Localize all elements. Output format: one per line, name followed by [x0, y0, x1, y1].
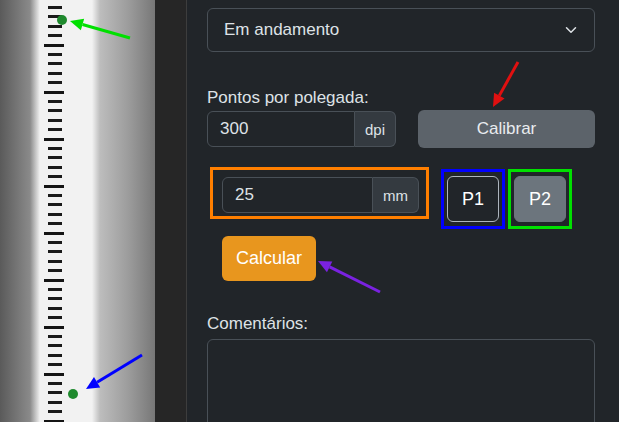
annotation-overlay — [0, 0, 619, 422]
point-arrow-icon — [86, 355, 142, 389]
comments-textarea[interactable] — [207, 339, 595, 422]
dpi-label: Pontos por polegada: — [207, 86, 595, 110]
dpi-input[interactable] — [207, 111, 355, 147]
distance-unit: mm — [373, 177, 419, 213]
dpi-unit: dpi — [355, 111, 396, 147]
point-highlight: P2 — [508, 169, 572, 229]
point-button[interactable]: P2 — [514, 176, 566, 222]
distance-input-group: mm — [222, 177, 419, 213]
calculate-arrow-icon — [318, 261, 380, 292]
app: Em andamento Pontos por polegada:dpi Calib… — [0, 0, 619, 422]
point-marker — [57, 15, 130, 38]
calculate-button[interactable]: Calcular — [222, 236, 316, 281]
measure-row: mm P1 P2 — [207, 167, 595, 229]
distance-input[interactable] — [222, 177, 373, 213]
point-highlight: P1 — [441, 169, 505, 229]
dpi-row: dpi Calibrar — [207, 110, 595, 148]
dpi-input-group: dpi — [207, 111, 396, 147]
point-marker — [68, 355, 142, 399]
divider — [155, 0, 187, 422]
point-button[interactable]: P1 — [447, 176, 499, 222]
chevron-down-icon — [562, 21, 580, 39]
distance-highlight: mm — [210, 167, 429, 219]
side-panel: Em andamento Pontos por polegada:dpi Calib… — [187, 0, 619, 422]
status-select[interactable]: Em andamento — [207, 8, 595, 52]
point-arrow-icon — [70, 19, 130, 38]
calibrate-arrow-icon — [493, 62, 518, 107]
ruler-image[interactable] — [0, 0, 155, 422]
comments-label: Comentários: — [207, 312, 595, 336]
point-dot-icon[interactable] — [57, 15, 67, 25]
status-value: Em andamento — [224, 20, 339, 40]
calibrate-button[interactable]: Calibrar — [418, 110, 595, 148]
point-dot-icon[interactable] — [68, 389, 78, 399]
